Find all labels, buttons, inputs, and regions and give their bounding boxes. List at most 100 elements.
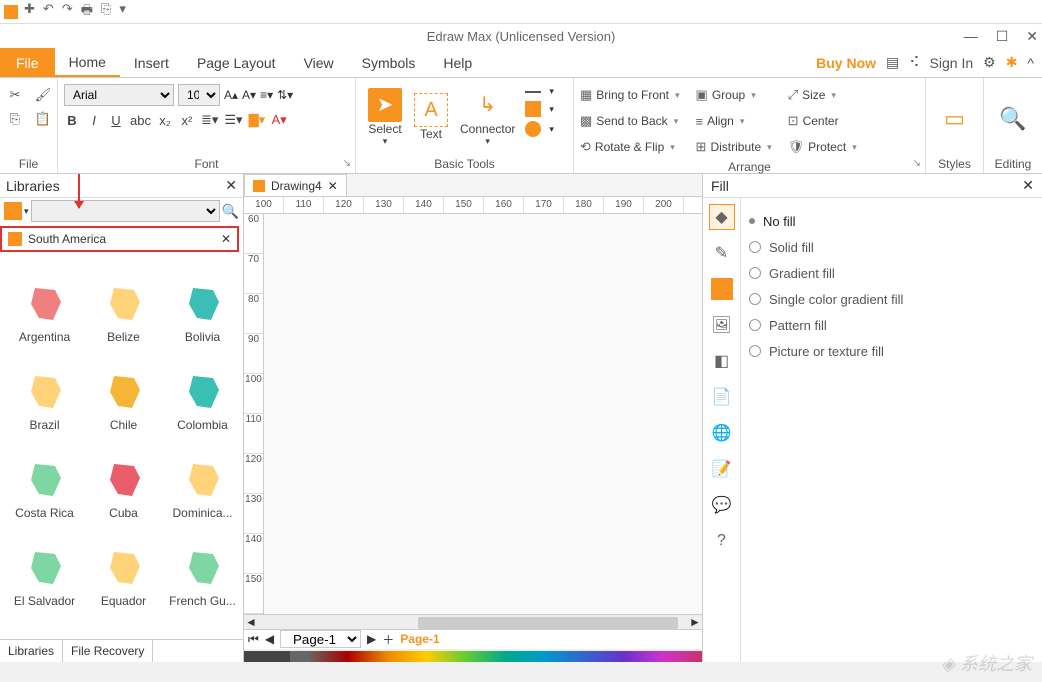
menu-help[interactable]: Help — [429, 48, 486, 77]
cut-icon[interactable]: ✂ — [6, 86, 24, 104]
page-tab-icon[interactable]: 📄 — [709, 384, 735, 410]
page-prev-icon[interactable]: ◀ — [265, 632, 274, 646]
minimize-icon[interactable]: — — [964, 28, 978, 45]
library-category-close-icon[interactable]: ✕ — [221, 232, 231, 246]
fontcolor-icon[interactable]: A▾ — [271, 112, 287, 128]
color-palette-strip[interactable] — [244, 651, 702, 662]
underline-icon[interactable]: U — [108, 113, 124, 128]
line-dd-icon[interactable]: ▾ — [549, 86, 554, 97]
qat-more-icon[interactable]: ▾ — [119, 1, 126, 23]
strike-icon[interactable]: abc — [130, 113, 151, 128]
menu-page-layout[interactable]: Page Layout — [183, 48, 290, 77]
grow-font-icon[interactable]: A▴ — [224, 88, 238, 102]
sign-in-link[interactable]: Sign In — [930, 55, 974, 71]
brush-icon[interactable]: 🖌 — [34, 86, 52, 104]
library-shape[interactable]: Chile — [85, 346, 162, 432]
fill-option[interactable]: Solid fill — [749, 234, 1034, 260]
buy-now-link[interactable]: Buy Now — [816, 55, 876, 71]
text-tool[interactable]: AText — [408, 82, 454, 152]
fill-option[interactable]: Picture or texture fill — [749, 338, 1034, 364]
collapse-ribbon-icon[interactable]: ^ — [1027, 55, 1034, 71]
page-first-icon[interactable]: ⏮ — [248, 632, 259, 647]
paste-icon[interactable]: 📋 — [34, 110, 52, 128]
windmill-icon[interactable]: ✱ — [1006, 54, 1018, 70]
library-shape[interactable]: Haiti — [164, 610, 241, 639]
menu-home[interactable]: Home — [55, 48, 120, 77]
library-home-dd-icon[interactable]: ▾ — [24, 206, 29, 217]
qat-redo-icon[interactable]: ↷ — [62, 1, 73, 23]
qat-save-icon[interactable]: ✚ — [24, 1, 35, 23]
connector-tool[interactable]: ↳Connector▾ — [454, 82, 521, 152]
qat-print-icon[interactable]: 🖶 — [81, 1, 93, 23]
editing-icon[interactable]: 🔍 — [999, 106, 1026, 132]
ellipse-shape-icon[interactable] — [525, 121, 541, 137]
library-shape[interactable]: Dominica... — [164, 434, 241, 520]
horizontal-scrollbar[interactable]: ◄ ► — [244, 614, 702, 629]
page-label[interactable]: Page-1 — [400, 632, 439, 646]
line-tab-icon[interactable]: ✎ — [709, 240, 735, 266]
bring-to-front[interactable]: ▦Bring to Front▾ — [580, 84, 680, 106]
font-dialog-icon[interactable]: ↘ — [343, 158, 351, 169]
library-shape[interactable]: Cuba — [85, 434, 162, 520]
library-shape[interactable]: Colombia — [164, 346, 241, 432]
help-tab-icon[interactable]: ? — [709, 528, 735, 554]
size-button[interactable]: ⤢Size▾ — [788, 84, 857, 106]
library-shape[interactable]: Brazil — [6, 346, 83, 432]
library-home-icon[interactable] — [4, 202, 22, 220]
spacing-icon[interactable]: ⇅▾ — [277, 88, 293, 102]
add-page-icon[interactable]: ＋ — [382, 631, 394, 648]
qat-copy-icon[interactable]: ⎘ — [101, 1, 111, 23]
fill-tab-icon[interactable]: ◆ — [709, 204, 735, 230]
styles-icon[interactable]: ▭ — [944, 106, 965, 132]
align-icon[interactable]: ≡▾ — [260, 88, 273, 102]
picture-tab-icon[interactable]: 🖼 — [709, 312, 735, 338]
library-shape[interactable]: Guyana — [85, 610, 162, 639]
library-shape[interactable]: Belize — [85, 258, 162, 344]
library-shape[interactable]: Guatemala — [6, 610, 83, 639]
align-button[interactable]: ≡Align▾ — [696, 110, 772, 132]
fill-option[interactable]: No fill — [749, 208, 1034, 234]
protect-button[interactable]: 🛡Protect▾ — [788, 136, 857, 158]
list-icon[interactable]: ☰▾ — [224, 112, 242, 128]
library-shape[interactable]: Argentina — [6, 258, 83, 344]
fill-option[interactable]: Single color gradient fill — [749, 286, 1034, 312]
line-shape-icon[interactable] — [525, 91, 541, 93]
library-category-select[interactable] — [31, 200, 220, 222]
distribute-button[interactable]: ⊞Distribute▾ — [696, 136, 772, 158]
italic-icon[interactable]: I — [86, 113, 102, 128]
page-select[interactable]: Page-1 — [280, 630, 361, 648]
rect-shape-icon[interactable] — [525, 101, 541, 117]
close-icon[interactable]: ✕ — [1026, 28, 1038, 45]
rotate-flip[interactable]: ⟲Rotate & Flip▾ — [580, 136, 680, 158]
send-to-back[interactable]: ▩Send to Back▾ — [580, 110, 680, 132]
share-icon[interactable]: ⠪ — [909, 54, 919, 70]
fill-option[interactable]: Pattern fill — [749, 312, 1034, 338]
highlight-icon[interactable]: ▇▾ — [249, 112, 266, 128]
fill-option[interactable]: Gradient fill — [749, 260, 1034, 286]
font-size-select[interactable]: 10 — [178, 84, 220, 106]
library-shape[interactable]: Bolivia — [164, 258, 241, 344]
file-menu[interactable]: File — [0, 48, 55, 77]
maximize-icon[interactable]: ☐ — [996, 28, 1009, 45]
menu-view[interactable]: View — [290, 48, 348, 77]
globe-tab-icon[interactable]: 🌐 — [709, 420, 735, 446]
text-tab-icon[interactable]: 📝 — [709, 456, 735, 482]
color-swatch-icon[interactable] — [709, 276, 735, 302]
bold-icon[interactable]: B — [64, 113, 80, 128]
rect-dd-icon[interactable]: ▾ — [549, 104, 554, 115]
select-tool[interactable]: ➤Select▾ — [362, 82, 408, 152]
fill-panel-close-icon[interactable]: ✕ — [1022, 177, 1034, 194]
menu-symbols[interactable]: Symbols — [348, 48, 430, 77]
arrange-dialog-icon[interactable]: ↘ — [913, 158, 921, 169]
library-category-tab[interactable]: South America ✕ — [0, 226, 239, 252]
shadow-tab-icon[interactable]: ◧ — [709, 348, 735, 374]
copy-icon[interactable]: ⎘ — [6, 110, 24, 128]
footer-tab-recovery[interactable]: File Recovery — [63, 640, 153, 662]
doc-tab-close-icon[interactable]: ✕ — [328, 179, 338, 193]
bullets-icon[interactable]: ≣▾ — [201, 112, 218, 128]
libraries-close-icon[interactable]: ✕ — [225, 177, 237, 194]
menu-insert[interactable]: Insert — [120, 48, 183, 77]
qat-undo-icon[interactable]: ↶ — [43, 1, 54, 23]
font-name-select[interactable]: Arial — [64, 84, 174, 106]
library-shape[interactable]: French Gu... — [164, 522, 241, 608]
